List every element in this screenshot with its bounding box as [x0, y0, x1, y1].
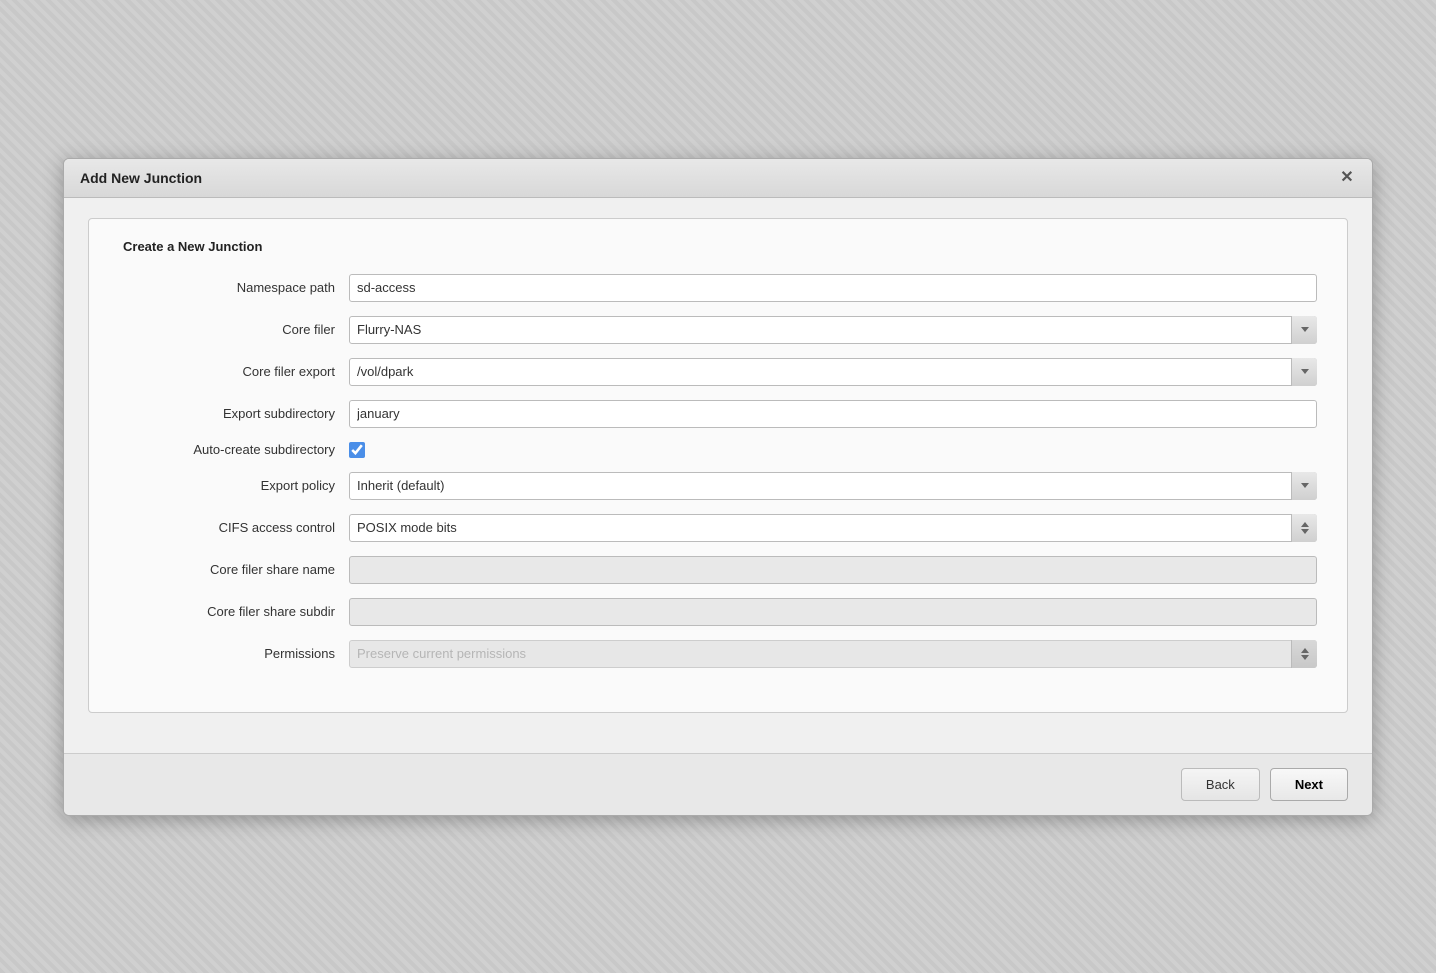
permissions-row: Permissions Preserve current permissions [119, 640, 1317, 668]
core-filer-share-name-input[interactable] [349, 556, 1317, 584]
namespace-path-control [349, 274, 1317, 302]
core-filer-share-subdir-control [349, 598, 1317, 626]
core-filer-share-name-row: Core filer share name [119, 556, 1317, 584]
cifs-access-control-row: CIFS access control POSIX mode bits [119, 514, 1317, 542]
permissions-control: Preserve current permissions [349, 640, 1317, 668]
core-filer-select[interactable]: Flurry-NAS [349, 316, 1317, 344]
form-fieldset: Create a New Junction Namespace path Cor… [88, 218, 1348, 713]
export-subdir-label: Export subdirectory [119, 406, 349, 421]
core-filer-export-control: /vol/dpark [349, 358, 1317, 386]
cifs-access-control-control: POSIX mode bits [349, 514, 1317, 542]
cifs-access-control-select-wrapper: POSIX mode bits [349, 514, 1317, 542]
namespace-path-label: Namespace path [119, 280, 349, 295]
export-policy-select[interactable]: Inherit (default) [349, 472, 1317, 500]
core-filer-row: Core filer Flurry-NAS [119, 316, 1317, 344]
core-filer-export-label: Core filer export [119, 364, 349, 379]
dialog-title: Add New Junction [80, 170, 202, 186]
dialog-footer: Back Next [64, 753, 1372, 815]
export-policy-label: Export policy [119, 478, 349, 493]
core-filer-export-select-wrapper: /vol/dpark [349, 358, 1317, 386]
dialog-titlebar: Add New Junction ✕ [64, 159, 1372, 198]
namespace-path-input[interactable] [349, 274, 1317, 302]
core-filer-share-subdir-label: Core filer share subdir [119, 604, 349, 619]
cifs-access-control-select[interactable]: POSIX mode bits [349, 514, 1317, 542]
auto-create-subdir-control [349, 442, 1317, 458]
permissions-select[interactable]: Preserve current permissions [349, 640, 1317, 668]
cifs-access-control-label: CIFS access control [119, 520, 349, 535]
export-subdir-input[interactable] [349, 400, 1317, 428]
namespace-path-row: Namespace path [119, 274, 1317, 302]
core-filer-share-subdir-input[interactable] [349, 598, 1317, 626]
core-filer-share-name-label: Core filer share name [119, 562, 349, 577]
export-subdir-row: Export subdirectory [119, 400, 1317, 428]
permissions-label: Permissions [119, 646, 349, 661]
next-button[interactable]: Next [1270, 768, 1348, 801]
core-filer-label: Core filer [119, 322, 349, 337]
core-filer-control: Flurry-NAS [349, 316, 1317, 344]
close-button[interactable]: ✕ [1338, 169, 1356, 187]
core-filer-export-row: Core filer export /vol/dpark [119, 358, 1317, 386]
export-policy-select-wrapper: Inherit (default) [349, 472, 1317, 500]
dialog-body: Create a New Junction Namespace path Cor… [64, 198, 1372, 753]
export-policy-control: Inherit (default) [349, 472, 1317, 500]
permissions-select-wrapper: Preserve current permissions [349, 640, 1317, 668]
auto-create-subdir-label: Auto-create subdirectory [119, 442, 349, 457]
auto-create-subdir-checkbox[interactable] [349, 442, 365, 458]
back-button[interactable]: Back [1181, 768, 1260, 801]
core-filer-share-subdir-row: Core filer share subdir [119, 598, 1317, 626]
export-policy-row: Export policy Inherit (default) [119, 472, 1317, 500]
add-junction-dialog: Add New Junction ✕ Create a New Junction… [63, 158, 1373, 816]
auto-create-subdir-row: Auto-create subdirectory [119, 442, 1317, 458]
section-title: Create a New Junction [119, 239, 1317, 254]
core-filer-share-name-control [349, 556, 1317, 584]
core-filer-export-select[interactable]: /vol/dpark [349, 358, 1317, 386]
core-filer-select-wrapper: Flurry-NAS [349, 316, 1317, 344]
export-subdir-control [349, 400, 1317, 428]
